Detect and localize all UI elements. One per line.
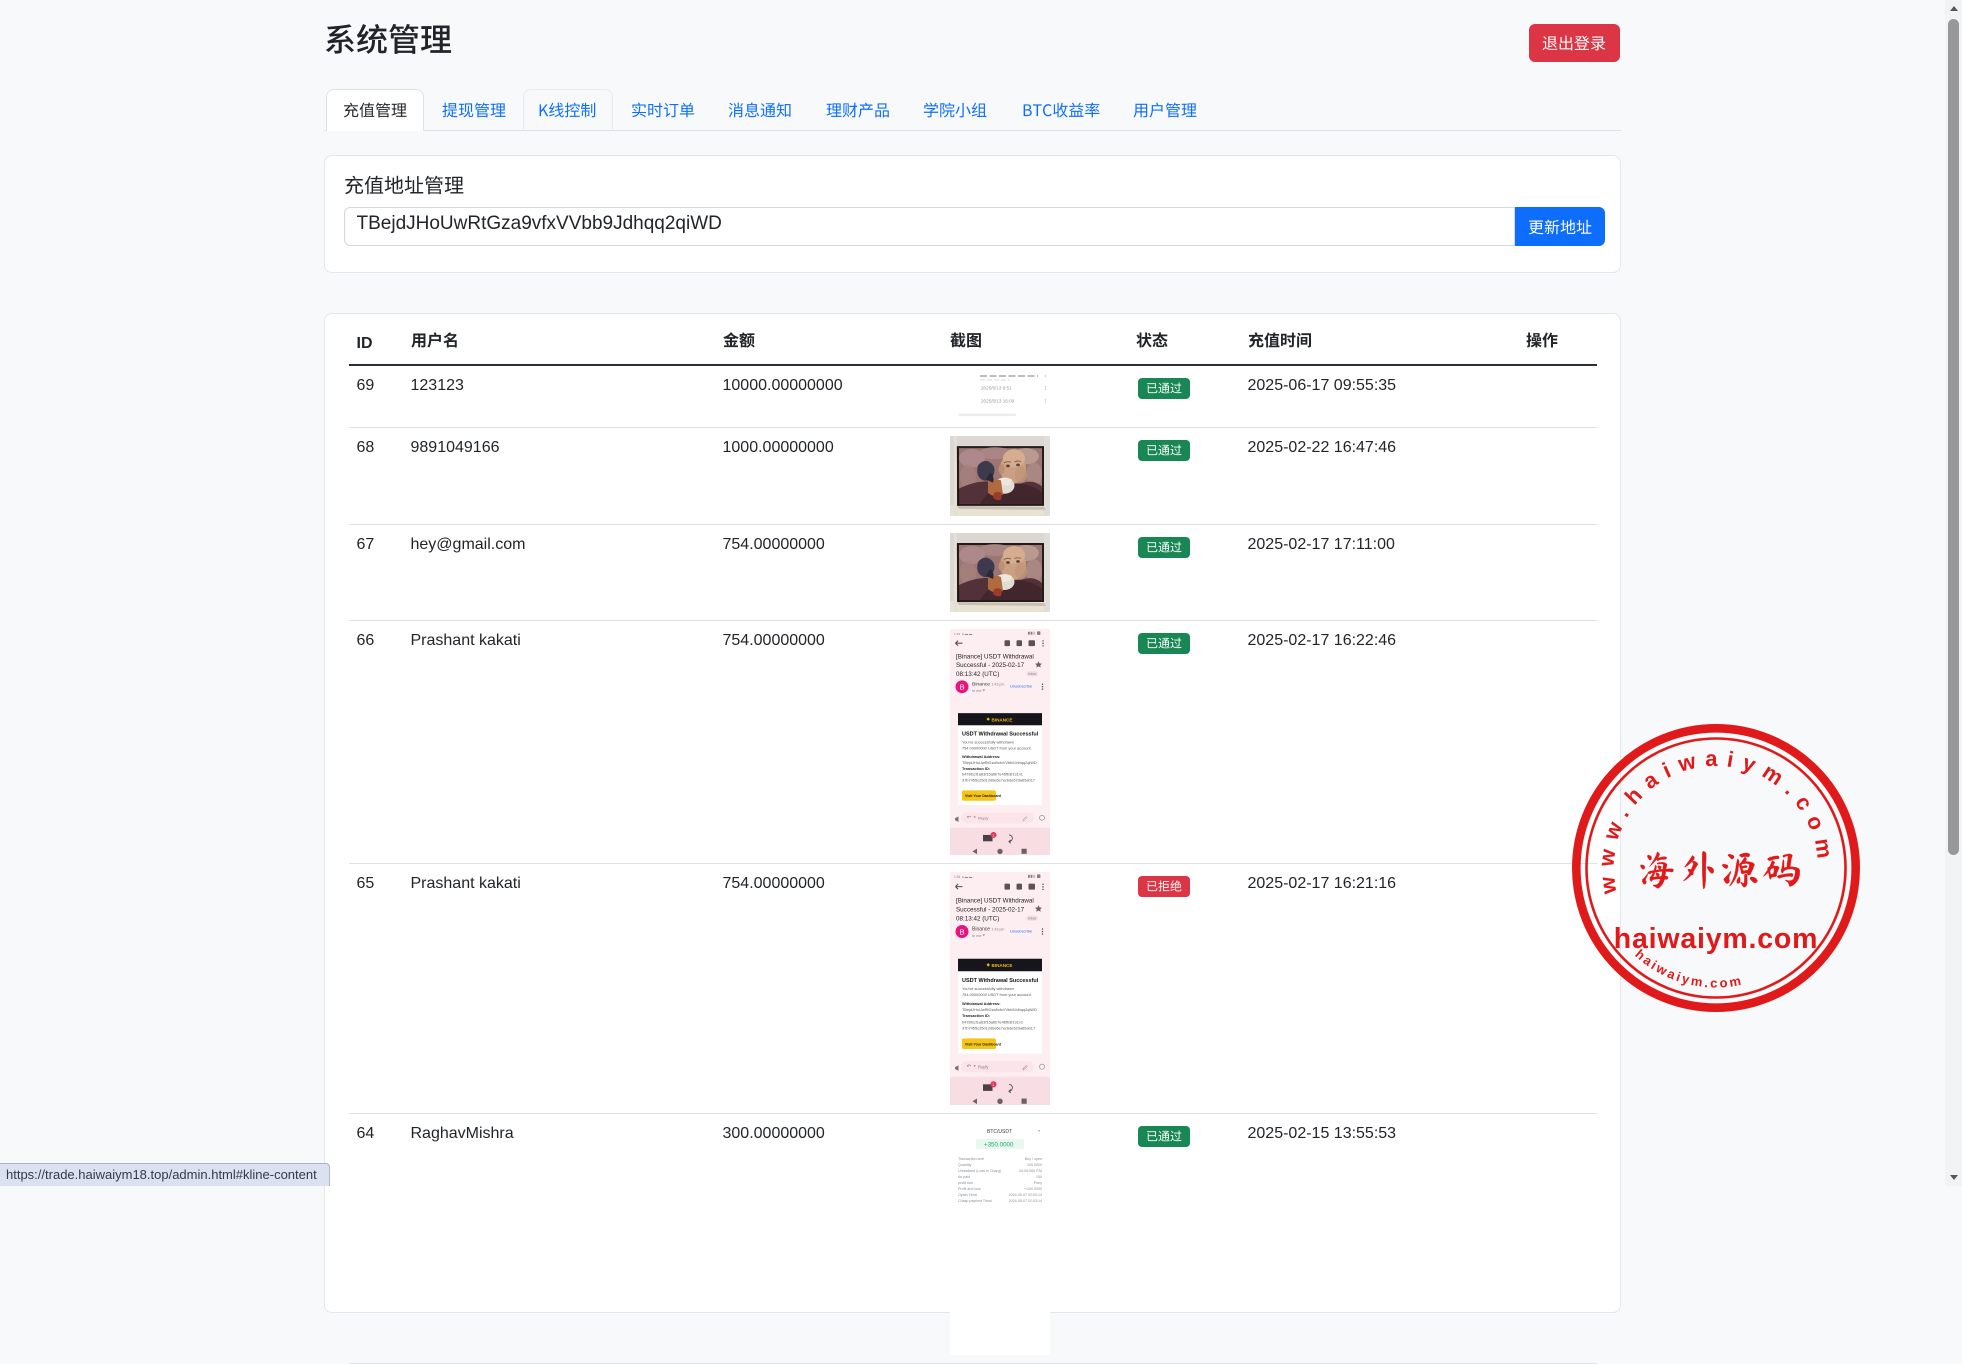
svg-text:haiwaiym.com: haiwaiym.com bbox=[1614, 923, 1818, 955]
svg-text:www.haiwaiym.com: www.haiwaiym.com bbox=[1593, 746, 1839, 896]
